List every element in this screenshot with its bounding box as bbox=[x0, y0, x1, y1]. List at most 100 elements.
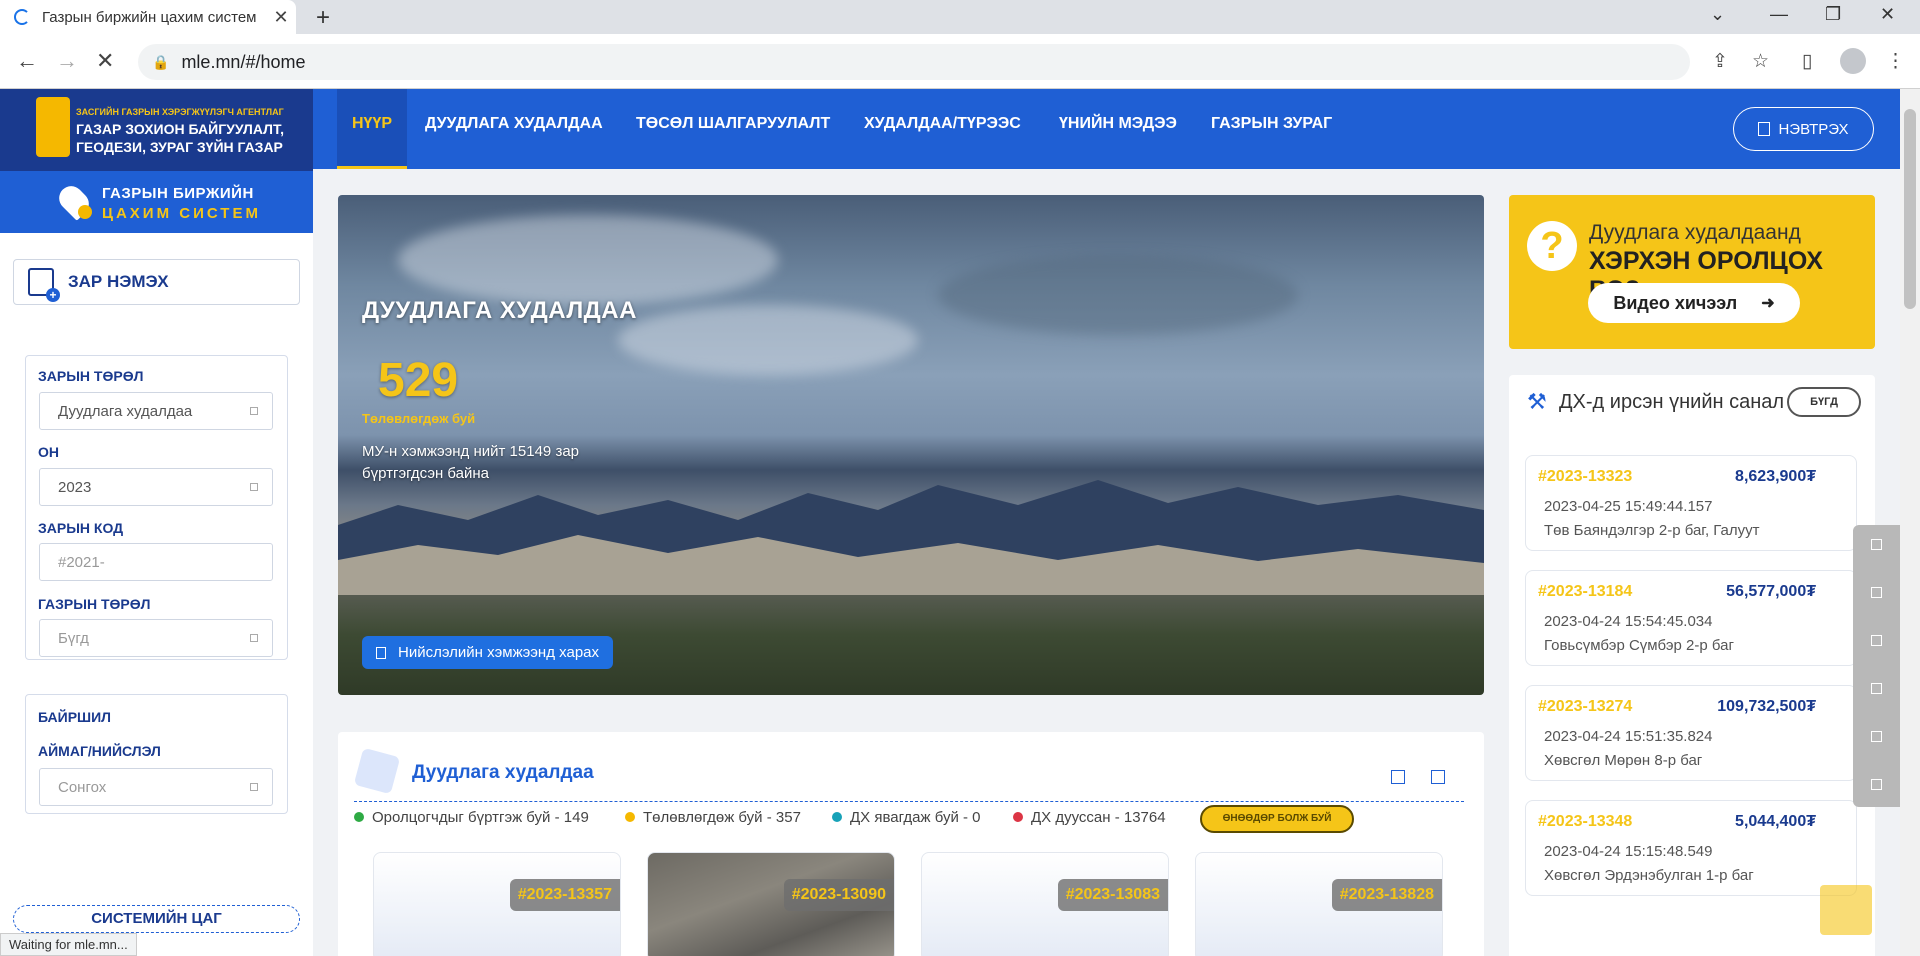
url-input[interactable]: 🔒 mle.mn/#/home bbox=[138, 44, 1690, 80]
system-title: ГАЗРЫН БИРЖИЙН bbox=[102, 185, 254, 202]
tab-search-icon[interactable]: ⌄ bbox=[1710, 4, 1725, 25]
side-panel-icon[interactable]: ▯ bbox=[1802, 50, 1812, 73]
scrollbar-thumb[interactable] bbox=[1904, 109, 1916, 309]
auction-card[interactable]: #2023-13083 bbox=[921, 852, 1169, 956]
tool-icon[interactable] bbox=[1871, 779, 1882, 790]
year-select[interactable]: 2023 bbox=[39, 468, 273, 506]
bookmark-star-icon[interactable]: ☆ bbox=[1752, 50, 1769, 73]
browser-tab-bar: Газрын биржийн цахим систем ✕ + ⌄ — ❐ ✕ bbox=[0, 0, 1920, 34]
agency-name-line1: ГАЗАР ЗОХИОН БАЙГУУЛАЛТ, bbox=[76, 121, 284, 137]
system-time-button[interactable]: СИСТЕМИЙН ЦАГ bbox=[13, 905, 300, 933]
nav-home[interactable]: НҮҮР bbox=[337, 89, 407, 169]
agency-label: ЗАСГИЙН ГАЗРЫН ХЭРЭГЖҮҮЛЭГЧ АГЕНТЛАГ bbox=[76, 107, 284, 117]
bids-title: ДХ-д ирсэн үнийн санал bbox=[1559, 391, 1785, 413]
system-brand[interactable]: ГАЗРЫН БИРЖИЙН ЦАХИМ СИСТЕМ bbox=[0, 171, 313, 233]
back-icon[interactable]: ← bbox=[16, 48, 38, 74]
bid-item[interactable]: #2023-13323 8,623,900₮ 2023-04-25 15:49:… bbox=[1525, 455, 1857, 551]
floating-toolbar bbox=[1853, 525, 1900, 807]
land-type-select[interactable]: Бүгд bbox=[39, 619, 273, 657]
auction-card[interactable]: #2023-13828 bbox=[1195, 852, 1443, 956]
dropdown-icon bbox=[250, 783, 258, 791]
tool-icon[interactable] bbox=[1871, 539, 1882, 550]
profile-avatar[interactable] bbox=[1840, 48, 1866, 74]
legend-text: Оролцогчдыг бүртгэж буй - 149 bbox=[372, 808, 589, 826]
ad-type-select[interactable]: Дуудлага худалдаа bbox=[39, 392, 273, 430]
add-ad-button[interactable]: ЗАР НЭМЭХ bbox=[13, 259, 300, 305]
filter-label-land-type: ГАЗРЫН ТӨРӨЛ bbox=[38, 596, 151, 612]
bid-item[interactable]: #2023-13184 56,577,000₮ 2023-04-24 15:54… bbox=[1525, 570, 1857, 666]
dropdown-icon bbox=[250, 483, 258, 491]
legend-ongoing[interactable]: ДХ явагдаж буй - 0 bbox=[832, 804, 981, 830]
grid-view-icon[interactable] bbox=[1391, 770, 1405, 784]
hero-banner: ДУУДЛАГА ХУДАЛДАА 529 Төлөвлөгдөж буй МУ… bbox=[338, 195, 1484, 695]
hero-description: МУ-н хэмжээнд нийт 15149 зар бүртгэгдсэн… bbox=[362, 443, 580, 482]
tool-icon[interactable] bbox=[1871, 683, 1882, 694]
all-bids-button[interactable]: БҮГД bbox=[1787, 387, 1861, 417]
bid-amount: 56,577,000₮ bbox=[1726, 583, 1816, 600]
map-icon bbox=[376, 646, 386, 659]
question-icon: ? bbox=[1527, 221, 1577, 271]
ad-code-input[interactable]: #2021- bbox=[39, 543, 273, 581]
auction-card[interactable]: #2023-13357 bbox=[373, 852, 621, 956]
browser-status-bar: Waiting for mle.mn... bbox=[0, 933, 137, 956]
legend-finished[interactable]: ДХ дууссан - 13764 bbox=[1013, 804, 1166, 830]
today-button[interactable]: ӨНӨӨДӨР БОЛЖ БУЙ bbox=[1200, 805, 1354, 833]
location-panel: БАЙРШИЛ АЙМАГ/НИЙСЛЭЛ Сонгох bbox=[25, 694, 288, 814]
auction-code: #2023-13090 bbox=[783, 879, 894, 911]
legend-text: Төлөвлөгдөж буй - 357 bbox=[643, 808, 801, 826]
web-page: ЗАСГИЙН ГАЗРЫН ХЭРЭГЖҮҮЛЭГЧ АГЕНТЛАГ ГАЗ… bbox=[0, 89, 1900, 956]
browser-menu-icon[interactable]: ⋮ bbox=[1886, 50, 1905, 73]
year-value: 2023 bbox=[58, 478, 92, 496]
page-scrollbar[interactable] bbox=[1900, 89, 1920, 956]
nav-land-map[interactable]: ГАЗРЫН ЗУРАГ bbox=[1199, 89, 1344, 169]
minimize-icon[interactable]: — bbox=[1770, 4, 1788, 25]
stop-loading-icon[interactable]: ✕ bbox=[96, 48, 114, 74]
red-dot-icon bbox=[1013, 812, 1023, 822]
login-button[interactable]: НЭВТРЭХ bbox=[1733, 107, 1874, 151]
url-text: mle.mn/#/home bbox=[181, 51, 306, 72]
nav-sale-rent[interactable]: ХУДАЛДАА/ТҮРЭЭС bbox=[852, 89, 1033, 169]
auction-panel-icon bbox=[353, 747, 401, 795]
tool-icon[interactable] bbox=[1871, 731, 1882, 742]
agency-logo[interactable]: ЗАСГИЙН ГАЗРЫН ХЭРЭГЖҮҮЛЭГЧ АГЕНТЛАГ ГАЗ… bbox=[0, 89, 313, 171]
video-tutorial-label: Видео хичээл bbox=[1613, 292, 1738, 313]
tool-icon[interactable] bbox=[1871, 635, 1882, 646]
view-capital-button[interactable]: Нийслэлийн хэмжээнд харах bbox=[362, 636, 613, 669]
auction-code: #2023-13083 bbox=[1057, 879, 1168, 911]
arrow-right-icon: ➜ bbox=[1761, 295, 1775, 312]
video-tutorial-button[interactable]: Видео хичээл ➜ bbox=[1588, 283, 1800, 323]
maximize-icon[interactable]: ❐ bbox=[1825, 4, 1841, 25]
nav-auctions[interactable]: ДУУДЛАГА ХУДАЛДАА bbox=[413, 89, 615, 169]
province-label: АЙМАГ/НИЙСЛЭЛ bbox=[38, 743, 161, 759]
nav-price-info[interactable]: ҮНИЙН МЭДЭЭ bbox=[1047, 89, 1189, 169]
main-navigation: НҮҮР ДУУДЛАГА ХУДАЛДАА ТӨСӨЛ ШАЛГАРУУЛАЛ… bbox=[313, 89, 1900, 169]
bid-amount: 109,732,500₮ bbox=[1717, 698, 1816, 715]
cloud-decoration bbox=[398, 215, 778, 305]
legend-planned[interactable]: Төлөвлөгдөж буй - 357 bbox=[625, 804, 801, 830]
share-icon[interactable]: ⇪ bbox=[1712, 50, 1728, 73]
bid-item[interactable]: #2023-13348 5,044,400₮ 2023-04-24 15:15:… bbox=[1525, 800, 1857, 896]
legend-registering[interactable]: Оролцогчдыг бүртгэж буй - 149 bbox=[354, 804, 589, 830]
add-document-icon bbox=[28, 268, 60, 302]
province-select[interactable]: Сонгох bbox=[39, 768, 273, 806]
hero-count: 529 bbox=[378, 354, 459, 407]
tab-close-icon[interactable]: ✕ bbox=[266, 7, 296, 28]
dropdown-icon bbox=[250, 634, 258, 642]
new-tab-icon[interactable]: + bbox=[316, 4, 330, 32]
chat-button[interactable] bbox=[1820, 885, 1872, 935]
dropdown-icon bbox=[250, 407, 258, 415]
bid-location: Хөвсгөл Эрдэнэбулган 1-р баг bbox=[1544, 867, 1754, 884]
nav-project-selection[interactable]: ТӨСӨЛ ШАЛГАРУУЛАЛТ bbox=[624, 89, 842, 169]
bid-code: #2023-13348 bbox=[1538, 813, 1633, 830]
bid-code: #2023-13323 bbox=[1538, 468, 1633, 485]
browser-tab[interactable]: Газрын биржийн цахим систем ✕ bbox=[0, 0, 296, 34]
bid-item[interactable]: #2023-13274 109,732,500₮ 2023-04-24 15:5… bbox=[1525, 685, 1857, 781]
auction-card[interactable]: #2023-13090 bbox=[647, 852, 895, 956]
close-window-icon[interactable]: ✕ bbox=[1880, 4, 1895, 25]
land-type-placeholder: Бүгд bbox=[58, 629, 89, 647]
location-title: БАЙРШИЛ bbox=[38, 709, 111, 725]
tab-title: Газрын биржийн цахим систем bbox=[42, 8, 257, 26]
list-view-icon[interactable] bbox=[1431, 770, 1445, 784]
forward-icon[interactable]: → bbox=[56, 48, 78, 74]
tool-icon[interactable] bbox=[1871, 587, 1882, 598]
